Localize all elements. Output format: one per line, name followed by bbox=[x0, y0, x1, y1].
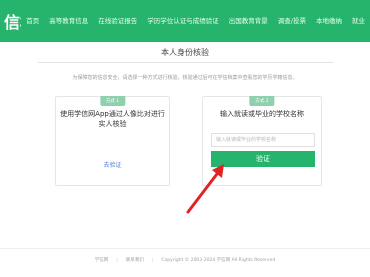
arrow-shaft bbox=[186, 168, 222, 214]
main-nav: 首页 高等教育信息 在线验证报告 学历学位认证与成绩验证 出国教育背景 调查/投… bbox=[21, 0, 370, 42]
instruction-text: 为保障您的信息安全，请选择一种方式进行核验，核验通过后可在学信档案中查看您的学历… bbox=[72, 75, 298, 81]
footer-link-contact[interactable]: 联系我们 bbox=[126, 257, 144, 263]
site-logo[interactable]: 信档案 bbox=[0, 9, 21, 33]
nav-study-abroad[interactable]: 出国教育背景 bbox=[224, 0, 273, 42]
method2-title: 输入就读或毕业的学校名称 bbox=[220, 110, 304, 118]
method1-badge: 方式 1 bbox=[99, 96, 126, 106]
top-navbar: 信档案 首页 高等教育信息 在线验证报告 学历学位认证与成绩验证 出国教育背景 … bbox=[0, 0, 370, 42]
method1-verify-link[interactable]: 去验证 bbox=[56, 160, 169, 169]
footer-link-xuexin[interactable]: 学信网 bbox=[95, 257, 109, 263]
nav-online-report[interactable]: 在线验证报告 bbox=[93, 0, 142, 42]
nav-home[interactable]: 首页 bbox=[21, 0, 44, 42]
footer-copyright: Copyright © 2003-2024 学信网 All Rights Res… bbox=[161, 258, 276, 263]
page-title: 本人身份核验 bbox=[161, 48, 209, 57]
nav-degree-certification[interactable]: 学历学位认证与成绩验证 bbox=[142, 0, 224, 42]
red-arrow-annotation bbox=[186, 164, 224, 214]
method1-description: 使用学信网App通过人像比对进行实人核验 bbox=[60, 110, 165, 128]
method1-card: 方式 1 使用学信网App通过人像比对进行实人核验 去验证 bbox=[55, 96, 170, 186]
footer-divider bbox=[0, 248, 370, 249]
nav-employment[interactable]: 就业 bbox=[347, 0, 370, 42]
footer-separator: | bbox=[116, 257, 118, 263]
footer-separator: | bbox=[151, 257, 154, 263]
method2-badge: 方式 2 bbox=[249, 96, 275, 106]
title-divider bbox=[38, 62, 334, 63]
nav-survey[interactable]: 调查/投票 bbox=[273, 0, 311, 42]
nav-local-payment[interactable]: 本地缴纳 bbox=[311, 0, 347, 42]
nav-higher-education[interactable]: 高等教育信息 bbox=[44, 0, 93, 42]
footer: 学信网 | 联系我们 | Copyright © 2003-2024 学信网 A… bbox=[0, 257, 370, 264]
school-name-input[interactable] bbox=[211, 133, 315, 147]
